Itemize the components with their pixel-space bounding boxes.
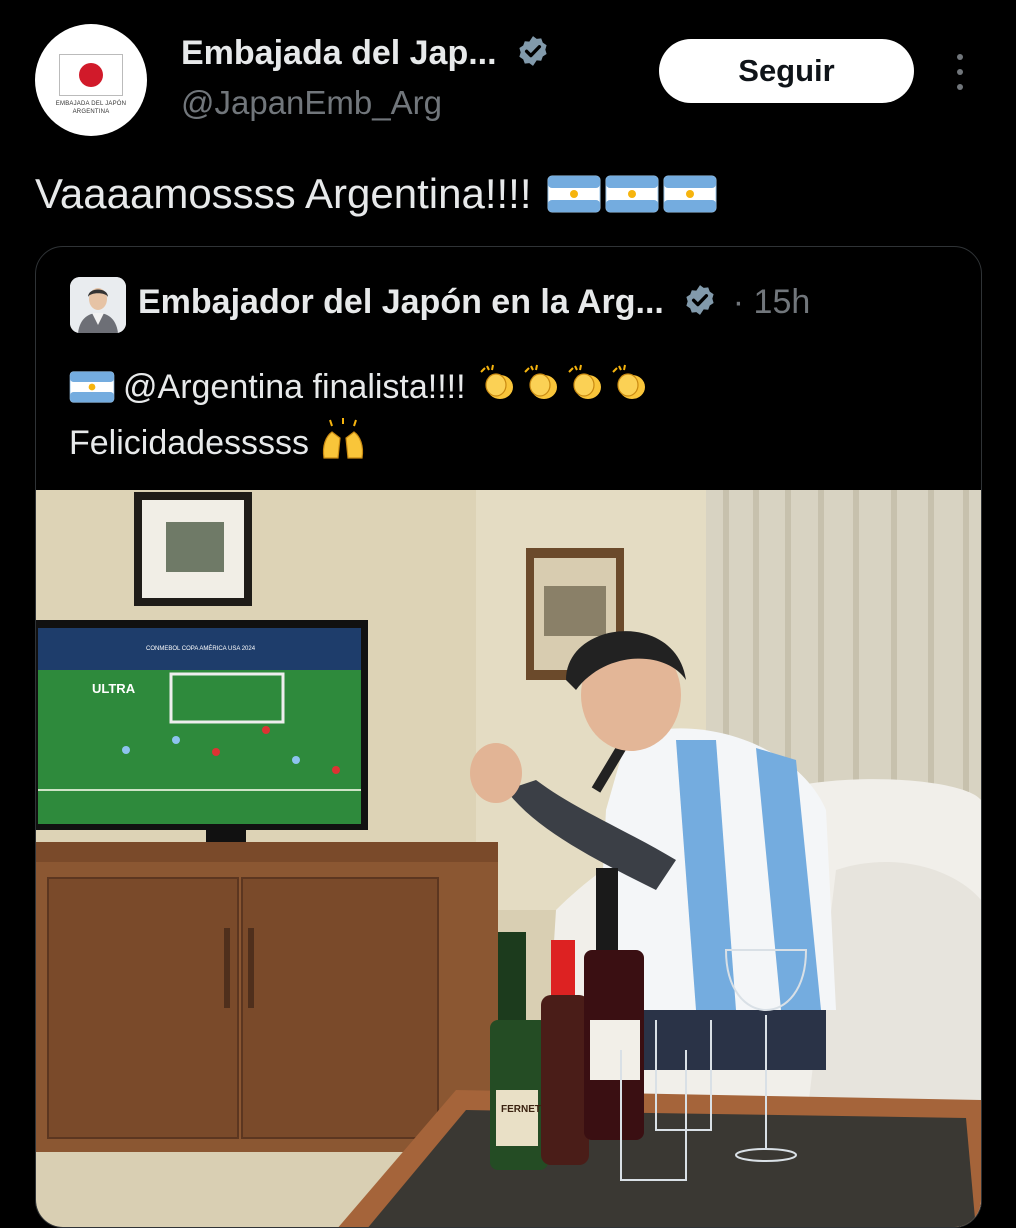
- account-avatar[interactable]: EMBAJADA DEL JAPÓN ARGENTINA: [35, 24, 147, 136]
- wall-picture-frame: [134, 492, 252, 606]
- quoted-author-row[interactable]: Embajador del Japón en la Arg... · 15h: [138, 283, 810, 322]
- japan-flag-icon: [59, 54, 123, 96]
- more-dots-icon[interactable]: [948, 48, 972, 96]
- author-name[interactable]: Embajada del Jap...: [181, 34, 497, 72]
- follow-button[interactable]: Seguir: [659, 39, 914, 103]
- author-handle[interactable]: @JapanEmb_Arg: [181, 84, 442, 122]
- quoted-text-line-2: Felicidadesssss: [69, 415, 949, 471]
- raising-hands-icon: [323, 418, 364, 459]
- tweet-text-content: Vaaaamossss Argentina!!!!: [35, 170, 532, 217]
- avatar-caption: EMBAJADA DEL JAPÓN ARGENTINA: [55, 101, 127, 115]
- television: ULTRA CONMEBOL COPA AMÉRICA USA 2024: [36, 620, 368, 842]
- tv-banner-text: CONMEBOL COPA AMÉRICA USA 2024: [146, 645, 256, 652]
- argentina-flag-icon: [663, 175, 717, 213]
- tv-cabinet: [36, 842, 498, 1152]
- bottle-label-text: FERNET: [501, 1104, 541, 1115]
- argentina-flag-icon: [547, 175, 601, 213]
- clapping-hands-icon: [480, 364, 514, 399]
- clapping-hands-icon: [524, 364, 558, 399]
- verified-badge-icon: [686, 285, 714, 315]
- quoted-author-avatar[interactable]: [70, 277, 126, 333]
- argentina-flag-icon: [69, 371, 115, 403]
- argentina-flag-icon: [605, 175, 659, 213]
- quoted-text-line-1: @Argentina finalista!!!!: [69, 359, 949, 415]
- quoted-tweet-text: @Argentina finalista!!!! Felicidadesssss: [69, 359, 949, 471]
- quoted-tweet-card[interactable]: Embajador del Japón en la Arg... · 15h @…: [35, 246, 982, 1228]
- clapping-hands-icon: [612, 364, 646, 399]
- tweet-photo[interactable]: ULTRA CONMEBOL COPA AMÉRICA USA 2024 FER…: [36, 490, 981, 1228]
- verified-badge-icon: [519, 36, 547, 66]
- tweet-text: Vaaaamossss Argentina!!!!: [35, 170, 717, 218]
- tv-ad-text: ULTRA: [92, 681, 136, 696]
- author-name-row[interactable]: Embajada del Jap...: [181, 34, 550, 73]
- felicidades-text: Felicidadesssss: [69, 424, 309, 462]
- argentina-mention[interactable]: @Argentina finalista!!!!: [123, 368, 466, 406]
- clapping-hands-icon: [568, 364, 602, 399]
- quoted-author-name[interactable]: Embajador del Japón en la Arg...: [138, 283, 664, 321]
- quoted-timestamp[interactable]: · 15h: [733, 283, 811, 321]
